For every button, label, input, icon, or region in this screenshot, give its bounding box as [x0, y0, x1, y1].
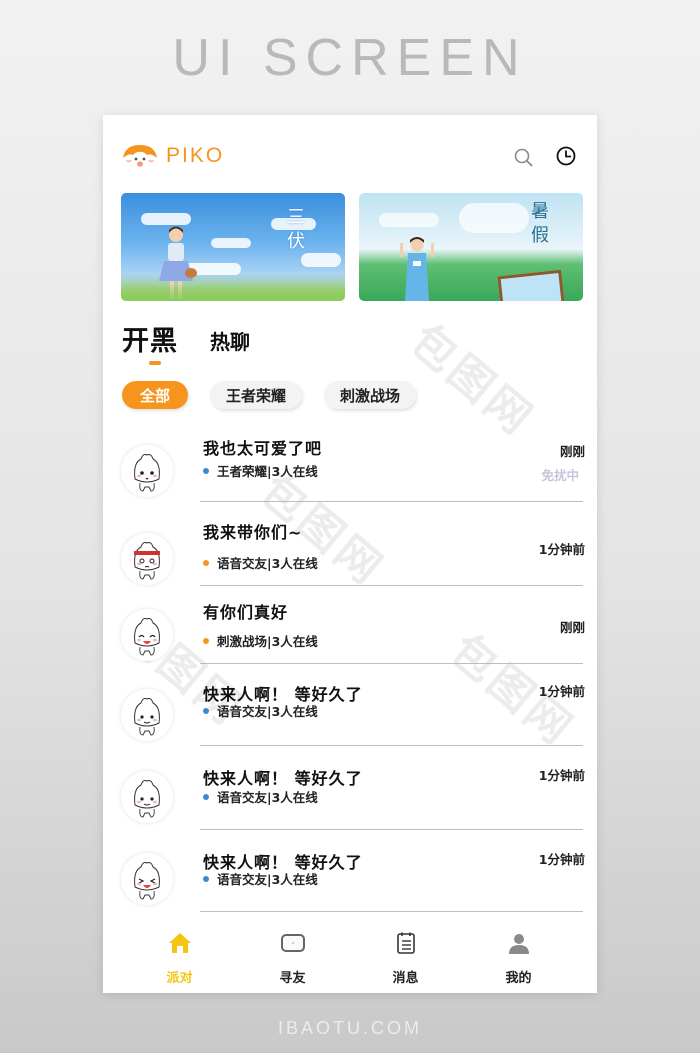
avatar[interactable] [121, 533, 173, 585]
phone-screen: 包图网 包图网 包图网 包图网 PIKO 三伏 暑假 开黑 热聊 全部 王者荣耀… [103, 115, 597, 993]
list-item[interactable]: 快来人啊！ 等好久了 语音交友|3人在线 1分钟前 [103, 841, 597, 924]
nav-label: 消息 [392, 971, 419, 986]
active-tab-indicator [149, 361, 161, 365]
banner-title: 三伏 [284, 207, 305, 255]
mascot-avatar-icon [134, 542, 160, 580]
tab-kaihei[interactable]: 开黑 [122, 319, 178, 358]
category-chips: 全部 王者荣耀 刺激战场 [122, 381, 438, 409]
nav-party[interactable]: 派对 [123, 923, 236, 993]
nav-label: 派对 [166, 971, 193, 986]
room-meta: 王者荣耀|3人在线 [203, 461, 318, 480]
room-time: 1分钟前 [538, 852, 585, 867]
divider [200, 911, 583, 912]
bottom-nav: 派对 寻友 消息 我的 [103, 923, 597, 993]
room-meta: 语音交友|3人在线 [203, 869, 318, 888]
dnd-status: 免扰中 [541, 468, 579, 483]
avatar[interactable] [121, 853, 173, 905]
room-time: 1分钟前 [538, 542, 585, 557]
home-icon [168, 933, 191, 953]
girl-illustration [400, 237, 434, 301]
divider [200, 501, 583, 502]
status-dot [203, 875, 209, 882]
banner-title: 暑假 [528, 201, 549, 249]
nav-find-friends[interactable]: 寻友 [236, 923, 349, 993]
user-icon [508, 934, 529, 954]
room-meta: 语音交友|3人在线 [203, 701, 318, 720]
status-dot [203, 637, 209, 644]
divider [200, 585, 583, 586]
room-meta: 语音交友|3人在线 [203, 553, 318, 572]
status-dot [203, 467, 209, 474]
banner-sanfu[interactable]: 三伏 [121, 193, 345, 301]
room-time: 1分钟前 [538, 768, 585, 783]
mascot-logo-icon [123, 145, 157, 167]
easel-painting [497, 269, 565, 301]
mascot-avatar-icon [134, 780, 160, 818]
divider [200, 663, 583, 664]
status-dot [203, 559, 209, 566]
chip-all[interactable]: 全部 [122, 381, 189, 409]
footer-brand: IBAOTU.COM [277, 1018, 422, 1038]
room-meta-text: 语音交友|3人在线 [217, 704, 318, 719]
list-item[interactable]: 有你们真好刺激战场|3人在线 刚刚 [103, 593, 597, 676]
screen-icon [280, 934, 305, 952]
chip-ciji[interactable]: 刺激战场 [324, 381, 417, 409]
list-item[interactable]: 快来人啊！ 等好久了语音交友|3人在线 1分钟前 [103, 757, 597, 840]
list-item[interactable]: 快来人啊！ 等好久了 语音交友|3人在线 1分钟前 [103, 675, 597, 758]
mascot-avatar-icon [134, 698, 160, 736]
room-meta: 语音交友|3人在线 [203, 787, 318, 806]
list-item[interactable]: 我来带你们~ 语音交友|3人在线 1分钟前 [103, 511, 597, 594]
nav-label: 寻友 [279, 971, 306, 986]
mascot-avatar-icon [134, 618, 160, 656]
mascot-avatar-icon [134, 862, 160, 900]
app-header: PIKO [103, 115, 597, 190]
chip-wangzhe[interactable]: 王者荣耀 [210, 381, 303, 409]
status-dot [203, 707, 209, 714]
main-tabs: 开黑 热聊 [122, 319, 250, 358]
avatar[interactable] [121, 689, 173, 741]
nav-messages[interactable]: 消息 [349, 923, 462, 993]
avatar[interactable] [121, 771, 173, 823]
clock-icon[interactable] [555, 145, 577, 167]
avatar[interactable] [121, 445, 173, 497]
mascot-avatar-icon [134, 454, 160, 492]
nav-profile[interactable]: 我的 [462, 923, 575, 993]
room-time: 1分钟前 [538, 684, 585, 699]
room-time: 刚刚 [559, 620, 585, 635]
room-title: 快来人啊！ 等好久了 [203, 769, 363, 788]
list-item[interactable]: 我也太可爱了吧王者荣耀|3人在线 刚刚免扰中 [103, 427, 597, 510]
room-title: 我来带你们~ [203, 523, 303, 542]
list-icon [396, 932, 415, 954]
room-title: 我也太可爱了吧 [203, 439, 323, 458]
room-meta-text: 刺激战场|3人在线 [217, 634, 318, 649]
room-time: 刚刚 [559, 444, 585, 459]
divider [200, 745, 583, 746]
app-logo: PIKO [121, 143, 224, 169]
room-meta-text: 语音交友|3人在线 [217, 556, 318, 571]
logo-text: PIKO [166, 144, 225, 167]
banner-shujia[interactable]: 暑假 [359, 193, 583, 301]
page-heading: UI SCREEN [172, 29, 528, 87]
nav-label: 我的 [505, 971, 532, 986]
room-meta-text: 语音交友|3人在线 [217, 872, 318, 887]
room-meta-text: 王者荣耀|3人在线 [217, 464, 318, 479]
avatar[interactable] [121, 609, 173, 661]
search-icon[interactable] [513, 147, 535, 169]
room-title: 有你们真好 [203, 603, 289, 622]
room-meta-text: 语音交友|3人在线 [217, 790, 318, 805]
status-dot [203, 793, 209, 800]
room-meta: 刺激战场|3人在线 [203, 631, 318, 650]
tab-reliao[interactable]: 热聊 [210, 326, 250, 355]
divider [200, 829, 583, 830]
